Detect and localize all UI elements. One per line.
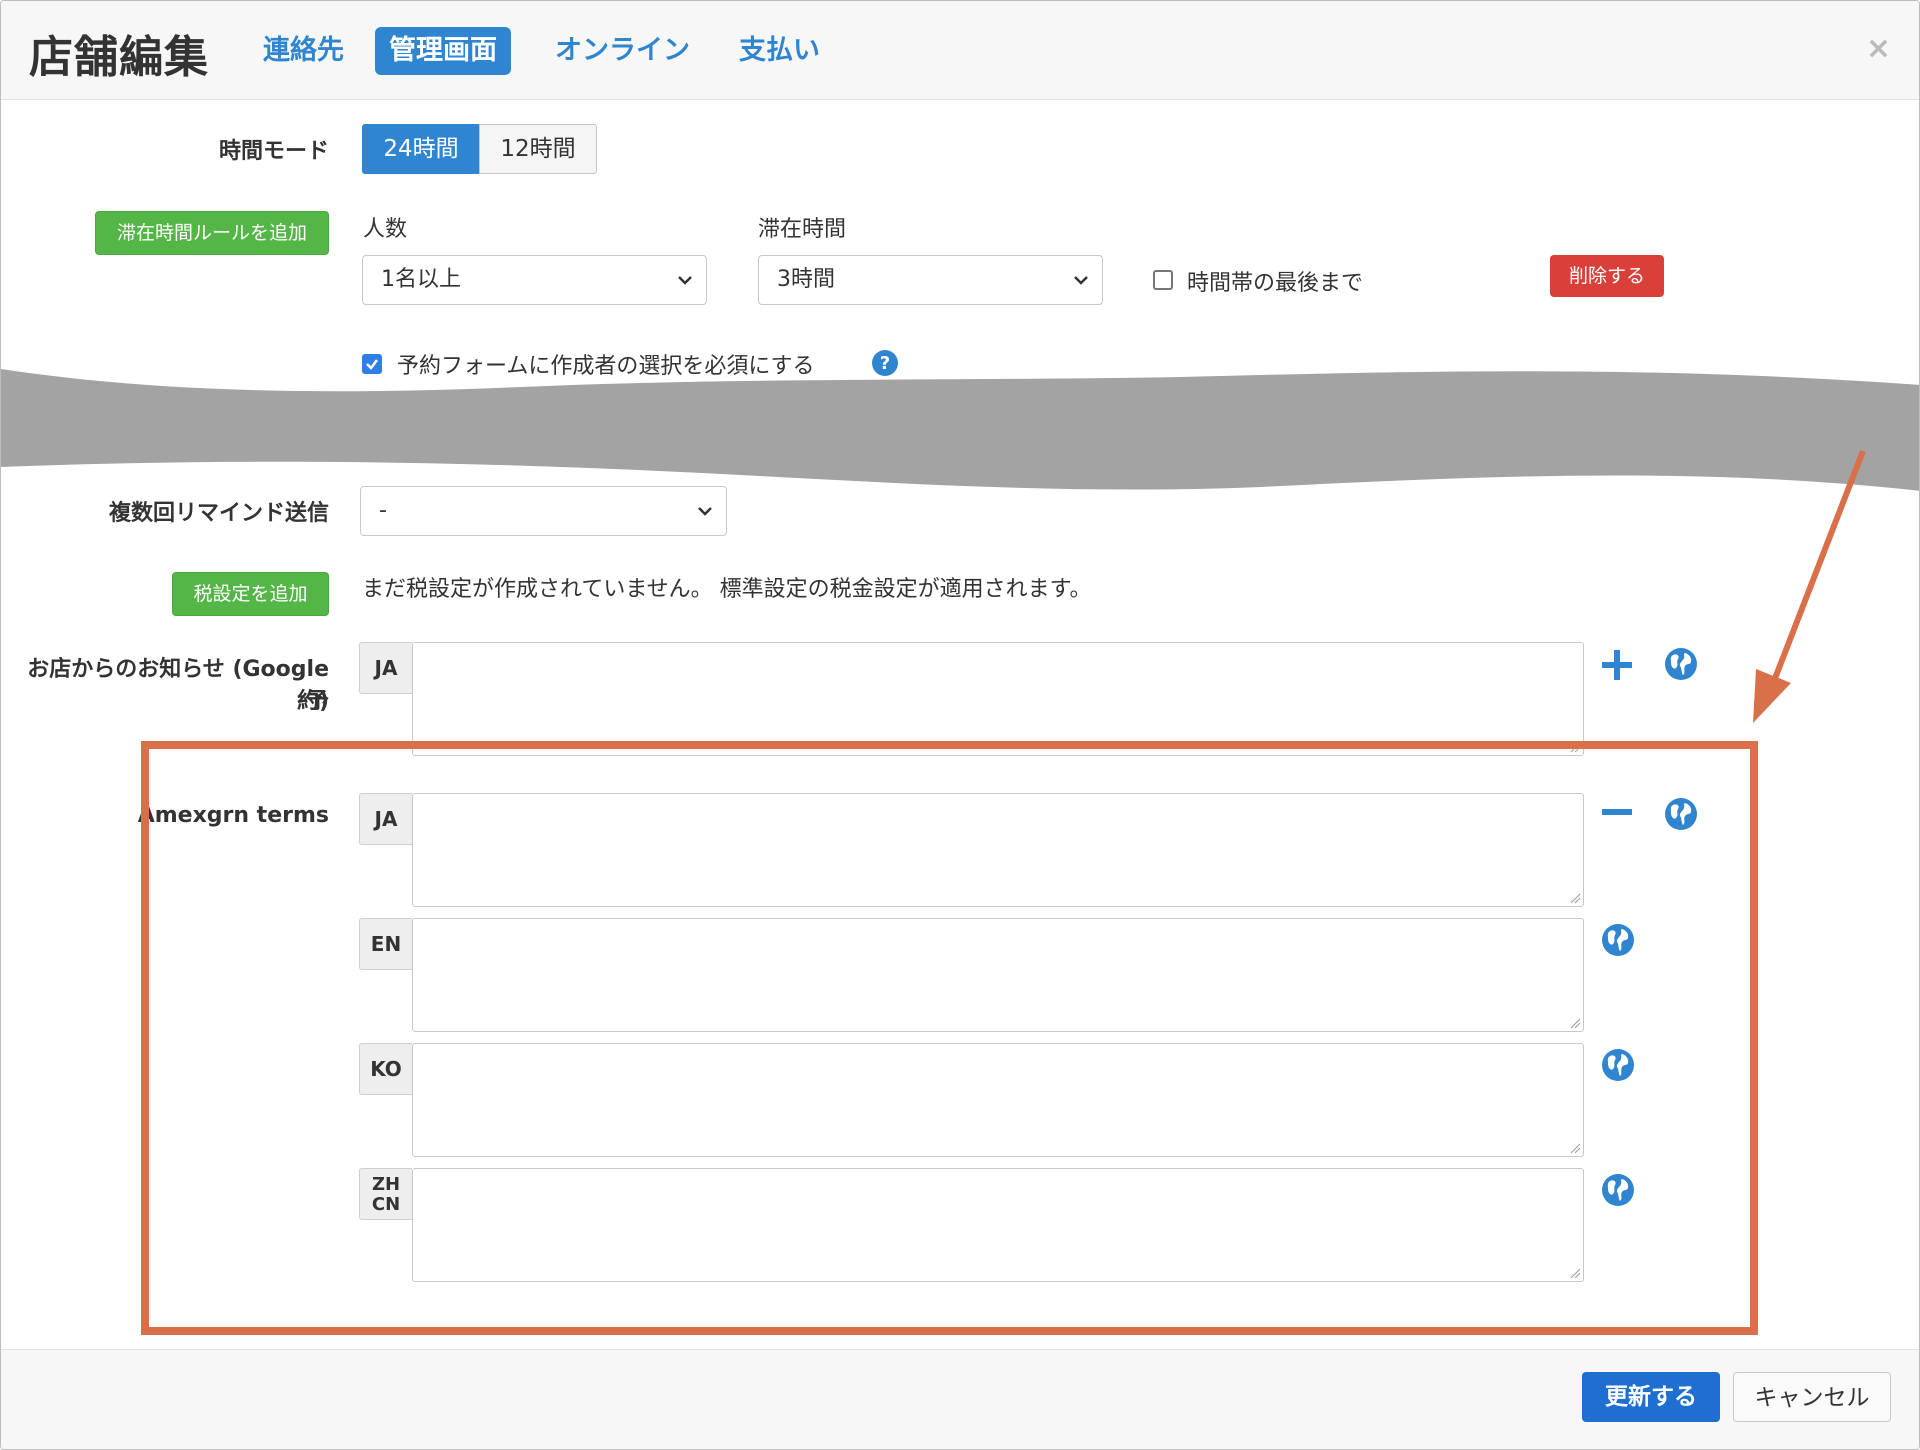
- highlight-box: [141, 741, 1758, 1335]
- annotation-arrow-line: [1771, 449, 1866, 683]
- modal-window: 店舗編集 連絡先 管理画面 オンライン 支払い × 時間モード 24時間 12時…: [0, 0, 1920, 1450]
- annotation-arrow-head: [1753, 669, 1791, 723]
- annotation-overlay: [141, 449, 1866, 1335]
